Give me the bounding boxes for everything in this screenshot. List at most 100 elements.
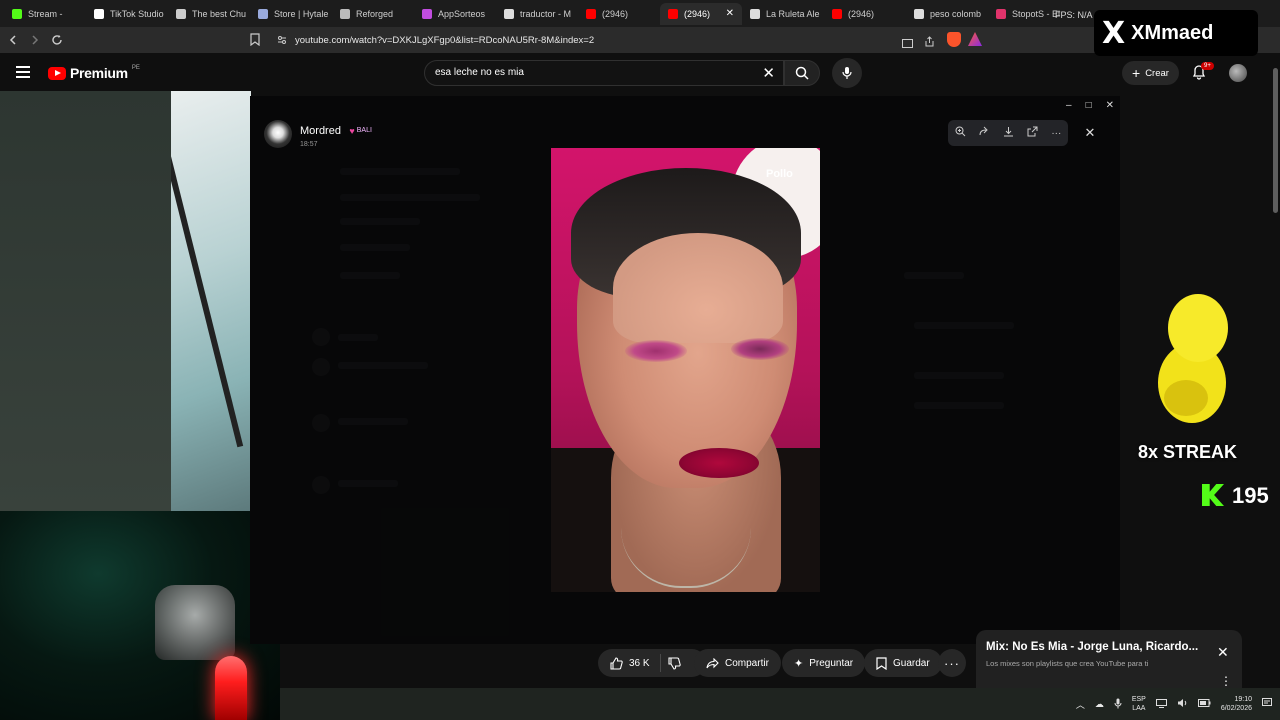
browser-tab[interactable]: (2946) ✕: [660, 2, 742, 25]
url-text: youtube.com/watch?v=DXKJLgXFgp0&list=RDc…: [295, 34, 595, 46]
server-tag-badge: ♥ BALI: [349, 125, 372, 136]
search-input[interactable]: esa leche no es mia ✕: [424, 60, 784, 86]
reload-icon: [52, 35, 62, 45]
like-button[interactable]: 36 K: [610, 656, 650, 670]
thumbs-down-icon: [668, 657, 681, 670]
tab-label: (2946): [848, 8, 875, 19]
tab-label: Stream -: [28, 8, 63, 19]
minimize-icon[interactable]: –: [1066, 100, 1072, 111]
share-button[interactable]: Compartir: [694, 649, 781, 677]
more-horizontal-icon: ···: [944, 655, 960, 671]
scrollbar-thumb[interactable]: [1273, 68, 1278, 213]
tab-label: The best Chu: [192, 8, 247, 19]
sparkle-icon: ✦: [794, 657, 804, 670]
clear-search-icon[interactable]: ✕: [762, 64, 775, 82]
tab-label: (2946): [602, 8, 629, 19]
browser-tab[interactable]: Stream -: [4, 3, 86, 25]
close-tab-icon[interactable]: ✕: [726, 8, 734, 19]
open-external-icon[interactable]: [1027, 126, 1038, 140]
forward-message-icon[interactable]: [979, 126, 990, 140]
more-actions-button[interactable]: ···: [938, 649, 966, 677]
back-button[interactable]: [4, 31, 22, 49]
x-logo-icon: X: [1102, 15, 1126, 51]
browser-tab[interactable]: (2946): [824, 3, 906, 25]
mix-playlist-card[interactable]: Mix: No Es Mia - Jorge Luna, Ricardo... …: [976, 630, 1242, 690]
more-options-icon[interactable]: ···: [1051, 128, 1061, 139]
network-icon[interactable]: [1155, 698, 1167, 710]
tab-label: La Ruleta Ale: [766, 8, 820, 19]
video-left-blur: [0, 91, 172, 511]
plus-icon: +: [1132, 65, 1141, 81]
tab-favicon-icon: [340, 8, 350, 19]
browser-tab[interactable]: AppSorteos: [414, 3, 496, 25]
tab-label: peso colomb: [930, 8, 982, 19]
browser-tab[interactable]: peso colomb: [906, 3, 988, 25]
author-name[interactable]: Mordred: [300, 125, 341, 137]
share-page-icon[interactable]: [924, 34, 935, 52]
tab-label: Store | Hytale: [274, 8, 329, 19]
brave-shield-icon[interactable]: [947, 32, 961, 47]
mix-title[interactable]: Mix: No Es Mia - Jorge Luna, Ricardo...: [986, 641, 1198, 653]
window-close-icon[interactable]: ✕: [1106, 100, 1114, 111]
forward-button[interactable]: [26, 31, 44, 49]
tab-favicon-icon: [668, 8, 678, 19]
browser-tab[interactable]: TikTok Studio: [86, 3, 168, 25]
reload-button[interactable]: [48, 31, 66, 49]
search-button[interactable]: [784, 60, 820, 86]
taskbar-clock[interactable]: 19:10 6/02/2026: [1221, 695, 1252, 713]
cast-icon[interactable]: [902, 35, 913, 53]
search-input-value: esa leche no es mia: [435, 67, 524, 78]
close-mix-icon[interactable]: ✕: [1217, 644, 1229, 661]
windows-taskbar: ︿ ☁ ESP LAA 19:10 6/02/2026: [280, 688, 1280, 720]
ask-button[interactable]: ✦ Preguntar: [782, 649, 866, 677]
search-icon: [795, 66, 809, 80]
youtube-logo[interactable]: Premium PE: [48, 65, 140, 81]
site-info-icon[interactable]: [277, 35, 287, 48]
heart-icon: ♥: [349, 125, 355, 136]
chevron-left-icon: [9, 35, 16, 45]
dislike-button[interactable]: [668, 657, 681, 673]
notification-center-icon[interactable]: [1262, 698, 1272, 710]
tab-favicon-icon: [996, 8, 1006, 19]
cloud-icon[interactable]: ☁: [1095, 699, 1104, 710]
close-viewer-icon[interactable]: ✕: [1079, 122, 1101, 144]
more-vertical-icon[interactable]: ⋮: [1220, 674, 1232, 688]
tab-label: StopotS - El: [1012, 8, 1061, 19]
notification-count-badge: 9+: [1201, 62, 1214, 70]
browser-tab[interactable]: traductor - M: [496, 3, 578, 25]
shared-image[interactable]: Pollo: [551, 148, 820, 592]
browser-tab[interactable]: Reforged: [332, 3, 414, 25]
battery-icon[interactable]: [1197, 699, 1211, 709]
chevron-up-icon[interactable]: ︿: [1076, 698, 1085, 711]
image-caption: Pollo: [766, 168, 793, 180]
thumbs-up-icon: [610, 656, 623, 670]
account-avatar[interactable]: [1229, 64, 1247, 82]
browser-tab[interactable]: The best Chu: [168, 3, 250, 25]
browser-tab[interactable]: (2946): [578, 3, 660, 25]
tab-label: (2946): [684, 8, 711, 19]
voice-search-button[interactable]: [832, 58, 862, 88]
author-avatar[interactable]: [264, 120, 292, 148]
tab-favicon-icon: [750, 8, 760, 19]
bookmark-icon[interactable]: [250, 33, 260, 51]
browser-tab[interactable]: Store | Hytale: [250, 3, 332, 25]
browser-tab[interactable]: La Ruleta Ale: [742, 3, 824, 25]
like-count: 36 K: [629, 657, 650, 669]
tab-favicon-icon: [832, 8, 842, 19]
menu-icon[interactable]: [16, 66, 30, 78]
streamer-logo-overlay: X XMmaed: [1094, 10, 1258, 56]
address-field[interactable]: youtube.com/watch?v=DXKJLgXFgp0&list=RDc…: [270, 30, 990, 50]
video-actions-row: 36 K Compartir ✦ Preguntar Guardar ···: [280, 644, 976, 686]
zoom-icon[interactable]: [955, 126, 966, 140]
volume-icon[interactable]: [1177, 698, 1188, 710]
save-button[interactable]: Guardar: [864, 649, 942, 677]
maximize-icon[interactable]: □: [1086, 100, 1092, 111]
tab-favicon-icon: [176, 8, 186, 19]
tab-favicon-icon: [12, 8, 22, 19]
video-side-image: [171, 91, 251, 511]
microphone-icon[interactable]: [1114, 698, 1122, 711]
chevron-right-icon: [32, 35, 39, 45]
download-icon[interactable]: [1003, 126, 1014, 140]
create-button[interactable]: + Crear: [1122, 61, 1179, 85]
input-language[interactable]: ESP LAA: [1132, 695, 1146, 713]
